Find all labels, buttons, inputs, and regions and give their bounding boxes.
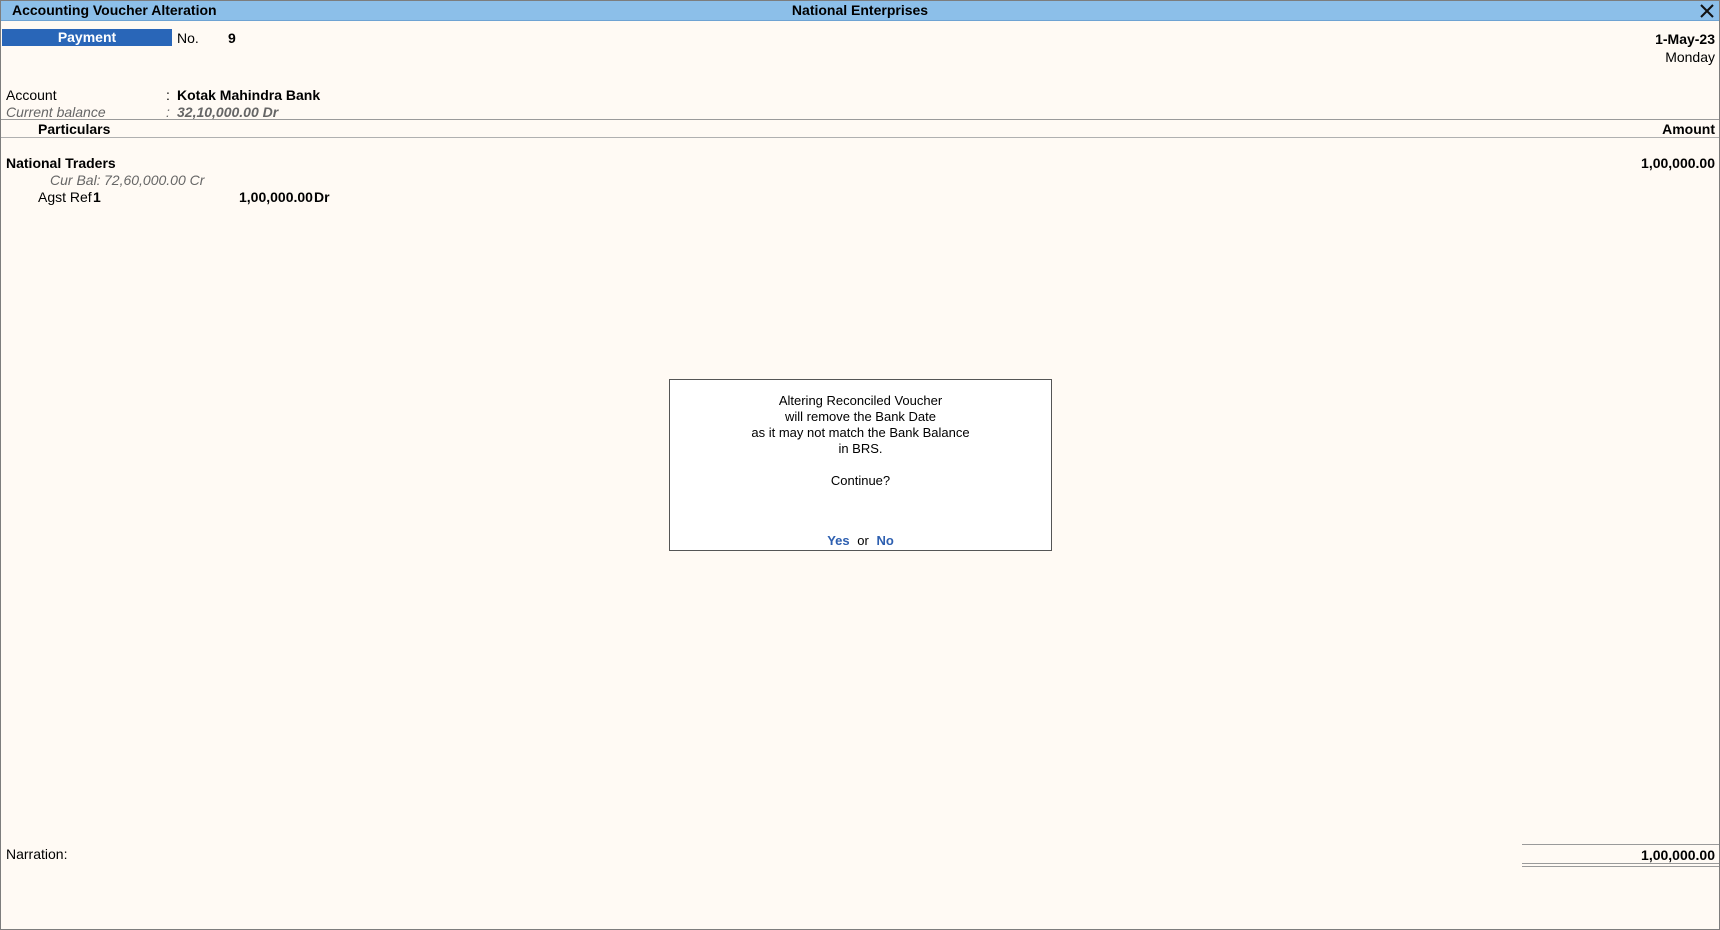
dialog-line-1: Altering Reconciled Voucher <box>778 393 943 408</box>
voucher-number-field[interactable]: 9 <box>228 30 236 46</box>
close-icon[interactable] <box>1699 3 1715 19</box>
bill-ref-name[interactable]: 1 <box>93 189 101 205</box>
column-header-particulars: Particulars <box>38 121 111 137</box>
dialog-or-text: or <box>857 533 869 548</box>
cur-bal-label: Cur Bal: <box>50 172 101 188</box>
account-colon: : <box>166 87 170 103</box>
voucher-type-field[interactable]: Payment <box>2 29 172 46</box>
voucher-day: Monday <box>1665 49 1715 65</box>
header-separator-top <box>1 119 1719 120</box>
current-balance-label: Current balance <box>6 104 106 120</box>
column-header-amount: Amount <box>1662 121 1715 137</box>
dialog-line-2: will remove the Bank Date <box>784 409 936 424</box>
bill-ref-amount[interactable]: 1,00,000.00 <box>239 189 313 205</box>
account-label: Account <box>6 87 57 103</box>
total-amount: 1,00,000.00 <box>1641 847 1715 863</box>
total-separator-bottom-1 <box>1522 863 1719 864</box>
dialog-question: Continue? <box>830 473 891 488</box>
cur-bal-value: 72,60,000.00 Cr <box>104 172 205 188</box>
current-balance-value: 32,10,000.00 Dr <box>177 104 279 120</box>
current-balance-colon: : <box>166 104 170 120</box>
app-root: Accounting Voucher Alteration National E… <box>0 0 1720 930</box>
close-icon-svg <box>1700 4 1714 18</box>
header-separator-bottom <box>1 137 1719 138</box>
ledger-amount[interactable]: 1,00,000.00 <box>1641 155 1715 171</box>
dialog-line-3: as it may not match the Bank Balance <box>751 425 970 440</box>
total-separator-top <box>1522 844 1719 845</box>
bill-ref-side[interactable]: Dr <box>314 189 330 205</box>
confirm-dialog: Altering Reconciled Voucher will remove … <box>669 379 1052 551</box>
yes-button[interactable]: Yes <box>827 533 849 548</box>
dialog-message: Altering Reconciled Voucher will remove … <box>670 393 1051 457</box>
no-button[interactable]: No <box>876 533 893 548</box>
ledger-name[interactable]: National Traders <box>6 155 116 171</box>
dialog-line-4: in BRS. <box>838 441 883 456</box>
narration-label: Narration: <box>6 846 68 862</box>
voucher-number-label: No. <box>177 30 199 46</box>
bill-ref-type[interactable]: Agst Ref <box>38 189 92 205</box>
total-separator-bottom-2 <box>1522 866 1719 867</box>
title-bar: Accounting Voucher Alteration National E… <box>1 1 1719 21</box>
account-field[interactable]: Kotak Mahindra Bank <box>177 87 320 103</box>
dialog-actions: Yes or No <box>670 533 1051 549</box>
voucher-window: Accounting Voucher Alteration National E… <box>0 0 1720 930</box>
company-name: National Enterprises <box>791 2 929 18</box>
voucher-date[interactable]: 1-May-23 <box>1655 31 1715 47</box>
